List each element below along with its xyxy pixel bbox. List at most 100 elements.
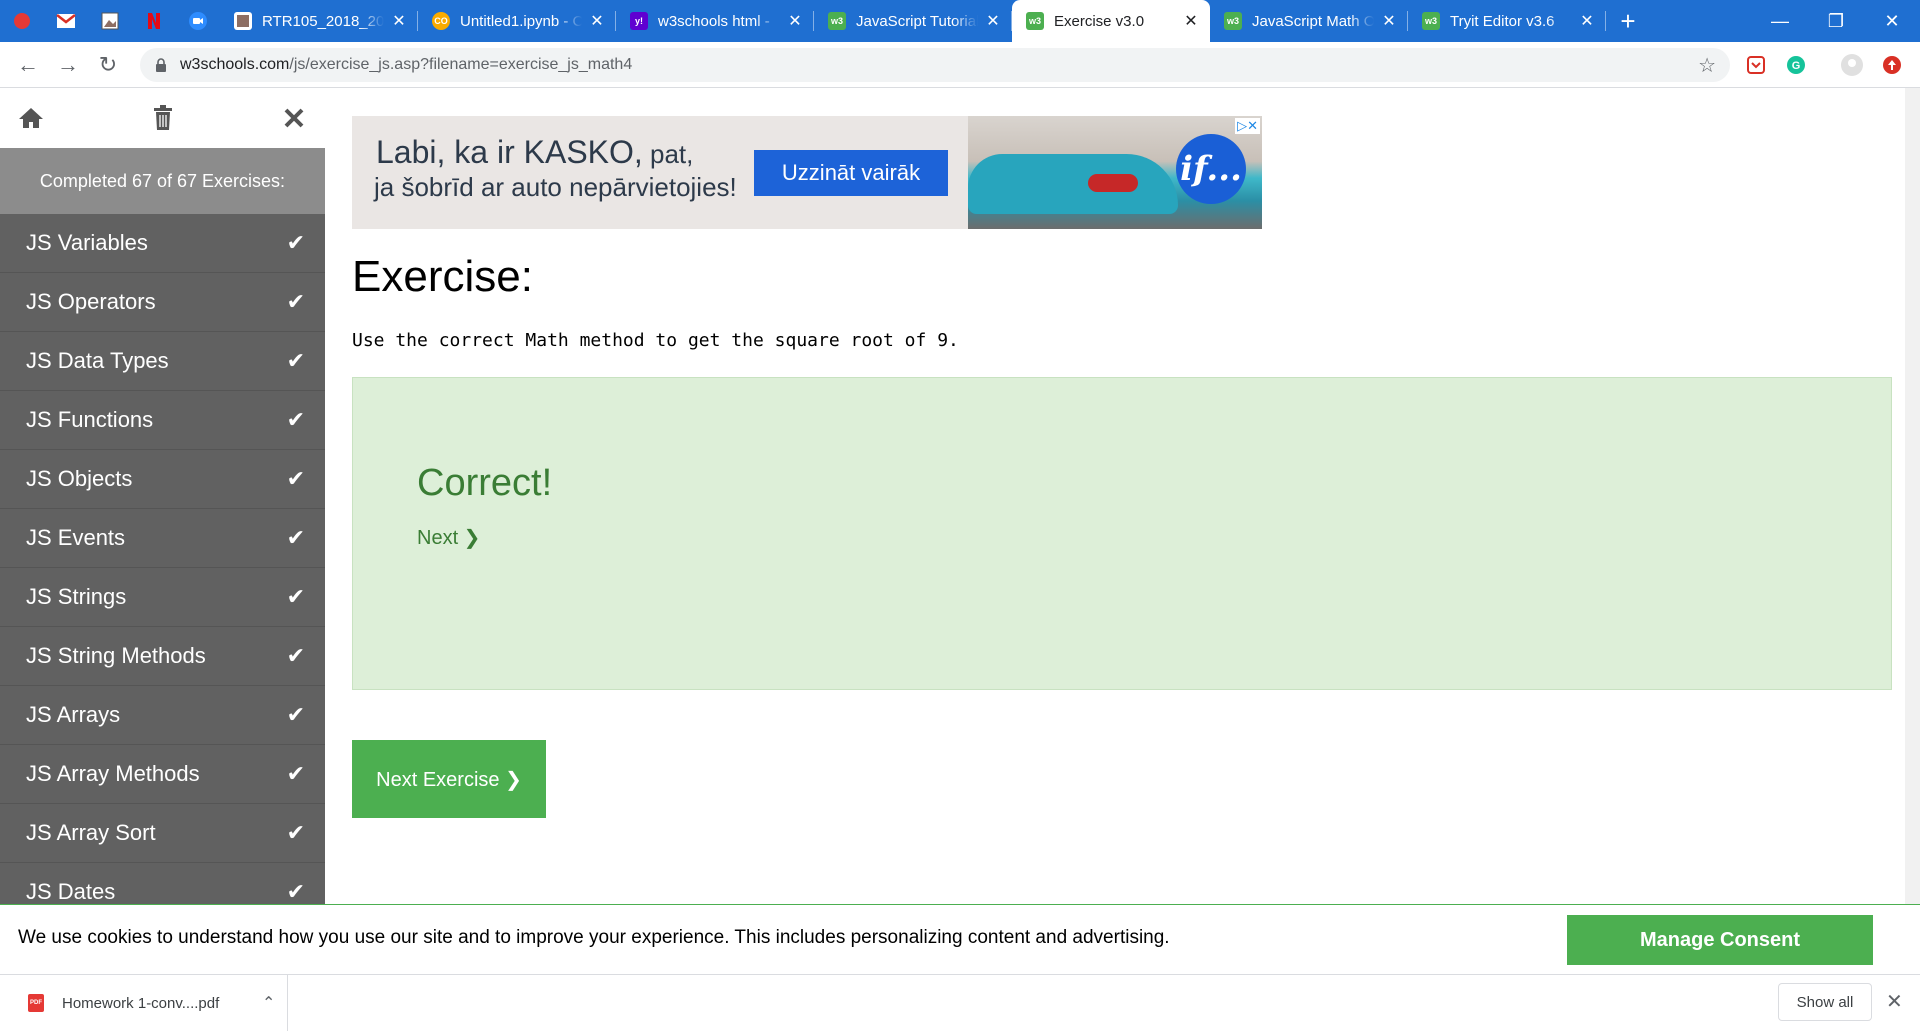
pinned-tab-image[interactable] (88, 0, 132, 42)
car-taillight (1088, 174, 1138, 192)
pocket-extension[interactable] (1742, 51, 1770, 79)
ad-car-image: if... (968, 116, 1262, 229)
record-icon (14, 13, 30, 29)
close-tab-icon[interactable]: ✕ (588, 11, 606, 31)
tab-colab[interactable]: CO Untitled1.ipynb - C ✕ (418, 0, 616, 42)
tab-title: Tryit Editor v3.6 (1450, 12, 1555, 30)
pinned-tab-record[interactable] (0, 0, 44, 42)
ad-choices-icon[interactable]: ▷✕ (1235, 118, 1260, 134)
page-scrollbar[interactable] (1905, 88, 1920, 904)
sidebar-item-label: JS Dates (26, 879, 116, 904)
close-tab-icon[interactable]: ✕ (786, 11, 804, 31)
close-tab-icon[interactable]: ✕ (1182, 11, 1200, 31)
sidebar-item-label: JS Strings (26, 584, 127, 609)
exercise-description: Use the correct Math method to get the s… (352, 330, 959, 351)
sidebar-item-label: JS Functions (26, 407, 154, 432)
manage-consent-button[interactable]: Manage Consent (1567, 915, 1873, 965)
arrow-right-icon: → (57, 51, 79, 77)
sidebar-toolbar (0, 88, 325, 148)
checkmark-icon: ✔ (286, 348, 305, 373)
close-tab-icon[interactable]: ✕ (1578, 11, 1596, 31)
page-title: Exercise: (352, 252, 533, 301)
sidebar-item-js-events[interactable]: JS Events ✔ (0, 509, 325, 568)
checkmark-icon: ✔ (286, 289, 305, 314)
close-icon (284, 108, 304, 128)
sidebar-item-js-strings[interactable]: JS Strings ✔ (0, 568, 325, 627)
sidebar-item-js-array-methods[interactable]: JS Array Methods ✔ (0, 745, 325, 804)
tab-exercise[interactable]: w3 Exercise v3.0 ✕ (1012, 0, 1210, 42)
next-link[interactable]: Next ❯ (417, 525, 480, 550)
sidebar-item-js-string-methods[interactable]: JS String Methods ✔ (0, 627, 325, 686)
browser-tab-strip: RTR105_2018_201 ✕ CO Untitled1.ipynb - C… (0, 0, 1920, 42)
ad-cta-button[interactable]: Uzzināt vairāk (754, 150, 948, 196)
close-window-button[interactable]: ✕ (1864, 0, 1920, 42)
bookmark-star-icon[interactable]: ☆ (1698, 53, 1716, 78)
chevron-up-icon[interactable]: ⌃ (262, 993, 275, 1013)
tab-tryit-editor[interactable]: w3 Tryit Editor v3.6 ✕ (1408, 0, 1606, 42)
tab-title: w3schools html - (658, 12, 770, 30)
result-message: Correct! (417, 462, 553, 504)
yahoo-icon: y! (630, 12, 648, 30)
url-text: w3schools.com/js/exercise_js.asp?filenam… (180, 56, 632, 74)
sidebar-item-js-arrays[interactable]: JS Arrays ✔ (0, 686, 325, 745)
reload-button[interactable]: ↻ (88, 45, 128, 85)
ad-subline: ja šobrīd ar auto nepārvietojies! (374, 172, 737, 202)
download-item[interactable]: PDF Homework 1-conv....pdf ⌃ (0, 975, 288, 1031)
sidebar-item-js-data-types[interactable]: JS Data Types ✔ (0, 332, 325, 391)
sidebar-item-js-operators[interactable]: JS Operators ✔ (0, 273, 325, 332)
update-arrow-icon (1883, 56, 1901, 74)
next-exercise-button[interactable]: Next Exercise ❯ (352, 740, 546, 818)
back-button[interactable]: ← (8, 45, 48, 85)
arrow-left-icon: ← (17, 51, 39, 77)
close-sidebar-button[interactable] (277, 101, 311, 135)
svg-text:G: G (1792, 60, 1801, 72)
pinned-tab-netflix[interactable] (132, 0, 176, 42)
grammarly-extension[interactable]: G (1782, 51, 1810, 79)
sidebar-item-label: JS Operators (26, 289, 156, 314)
pinned-tab-zoom[interactable] (176, 0, 220, 42)
sidebar-item-label: JS Objects (26, 466, 133, 491)
close-tab-icon[interactable]: ✕ (390, 11, 408, 31)
download-filename: Homework 1-conv....pdf (62, 994, 220, 1012)
address-bar[interactable]: w3schools.com/js/exercise_js.asp?filenam… (140, 48, 1730, 82)
minimize-button[interactable]: — (1752, 0, 1808, 42)
reset-button[interactable] (146, 101, 180, 135)
checkmark-icon: ✔ (286, 584, 305, 609)
tab-javascript-math[interactable]: w3 JavaScript Math O ✕ (1210, 0, 1408, 42)
w3-icon: w3 (828, 12, 846, 30)
sidebar-item-js-objects[interactable]: JS Objects ✔ (0, 450, 325, 509)
grammarly-icon: G (1787, 56, 1805, 74)
sidebar-item-js-variables[interactable]: JS Variables ✔ (0, 214, 325, 273)
new-tab-button[interactable]: + (1606, 0, 1650, 42)
sidebar-item-label: JS Data Types (26, 348, 169, 373)
tab-javascript-tutorial[interactable]: w3 JavaScript Tutorial ✕ (814, 0, 1012, 42)
profile-avatar[interactable] (1838, 51, 1866, 79)
tab-title: JavaScript Math O (1252, 12, 1374, 30)
pinned-tabs (0, 0, 220, 42)
close-tab-icon[interactable]: ✕ (1380, 11, 1398, 31)
pinned-tab-gmail[interactable] (44, 0, 88, 42)
checkmark-icon: ✔ (286, 879, 305, 904)
sidebar-item-js-dates[interactable]: JS Dates ✔ (0, 863, 325, 904)
close-shelf-icon[interactable]: ✕ (1886, 989, 1903, 1014)
if-logo: if... (1176, 134, 1246, 204)
restore-button[interactable]: ❐ (1808, 0, 1864, 42)
download-shelf: PDF Homework 1-conv....pdf ⌃ Show all ✕ (0, 974, 1920, 1031)
forward-button[interactable]: → (48, 45, 88, 85)
sidebar-item-js-functions[interactable]: JS Functions ✔ (0, 391, 325, 450)
home-button[interactable] (14, 101, 48, 135)
show-all-button[interactable]: Show all (1778, 983, 1872, 1021)
pdf-file-icon: PDF (28, 994, 44, 1012)
car-shape (968, 154, 1178, 214)
update-button[interactable] (1878, 51, 1906, 79)
tab-yahoo-search[interactable]: y! w3schools html - ✕ (616, 0, 814, 42)
ad-headline-main: Labi, ka ir KASKO, (376, 134, 643, 170)
cookie-banner: We use cookies to understand how you use… (0, 904, 1920, 974)
close-tab-icon[interactable]: ✕ (984, 11, 1002, 31)
avatar-icon (1841, 54, 1863, 76)
sidebar-item-js-array-sort[interactable]: JS Array Sort ✔ (0, 804, 325, 863)
w3-icon: w3 (1224, 12, 1242, 30)
ad-banner[interactable]: Labi, ka ir KASKO, pat, ja šobrīd ar aut… (352, 116, 1262, 229)
image-icon (101, 12, 119, 30)
tab-rtr105[interactable]: RTR105_2018_201 ✕ (220, 0, 418, 42)
